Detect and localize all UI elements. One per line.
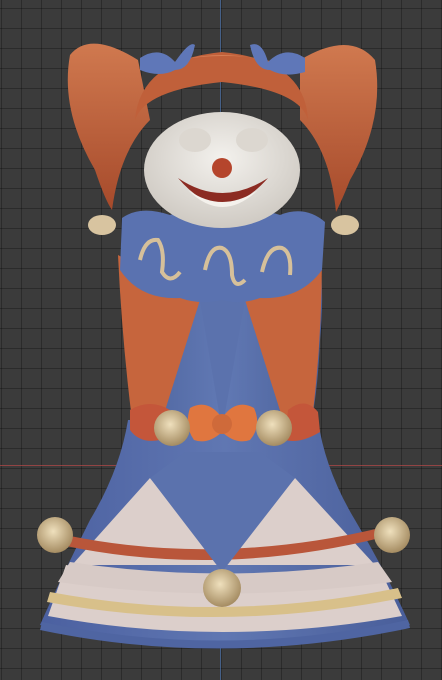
skirt xyxy=(40,420,410,649)
pompom-belt-left xyxy=(154,410,190,446)
nose xyxy=(212,158,232,178)
3d-viewport[interactable] xyxy=(0,0,442,680)
clown-doll-model[interactable] xyxy=(0,0,442,680)
pompom-belt-right xyxy=(256,410,292,446)
face xyxy=(144,112,300,228)
